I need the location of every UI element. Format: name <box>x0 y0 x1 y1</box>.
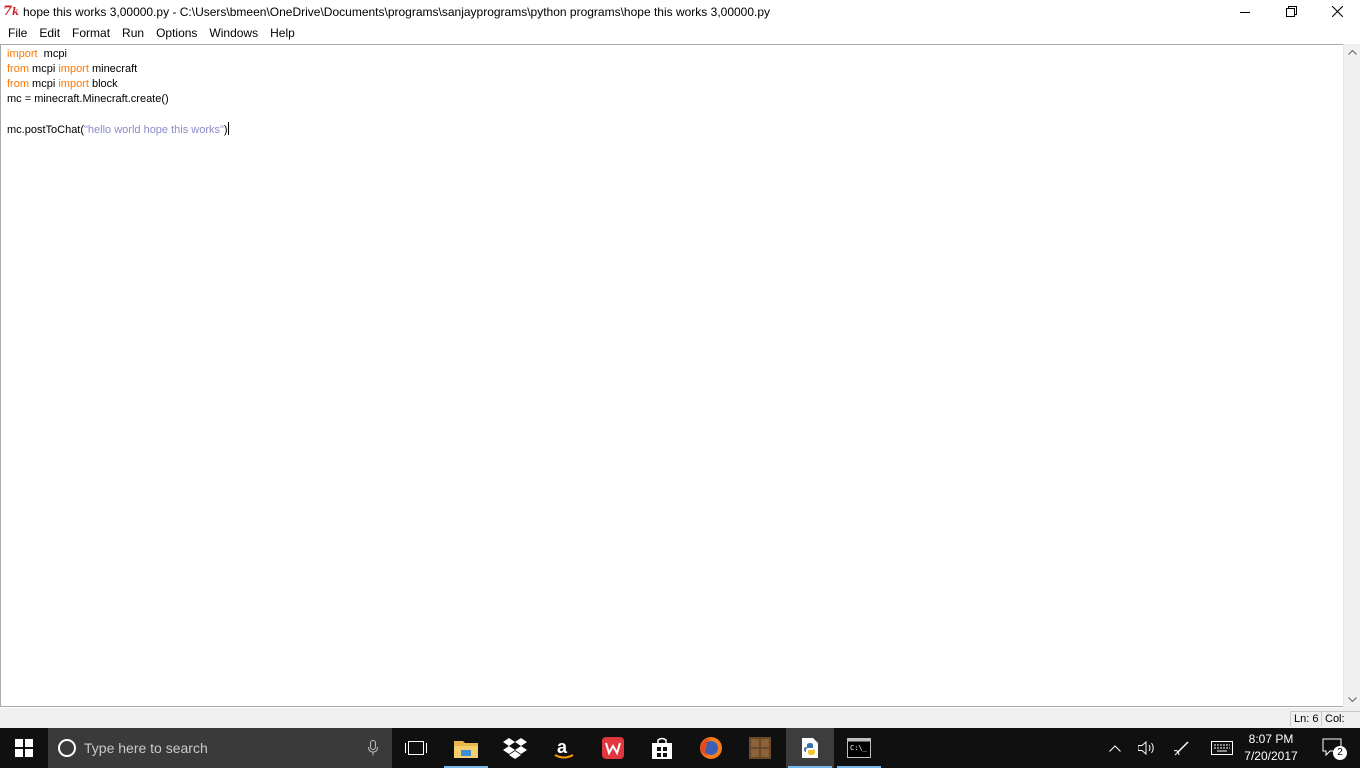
code-text[interactable]: import mcpi from mcpi import minecraft f… <box>7 47 229 137</box>
taskbar-amazon[interactable]: a <box>540 728 588 768</box>
keyword-import: import <box>58 63 89 75</box>
windows-logo-icon <box>15 739 33 757</box>
store-icon <box>652 737 672 759</box>
menu-edit[interactable]: Edit <box>33 23 66 43</box>
menu-bar: File Edit Format Run Options Windows Hel… <box>0 23 1360 43</box>
code-line-3: from mcpi import block <box>7 77 229 92</box>
folder-icon <box>454 741 478 758</box>
firefox-icon <box>700 737 722 759</box>
search-placeholder: Type here to search <box>84 740 208 756</box>
notification-badge: 2 <box>1333 746 1347 760</box>
task-view-icon <box>405 741 427 755</box>
terminal-icon: C:\_ <box>847 738 871 758</box>
taskbar-command-prompt[interactable]: C:\_ <box>835 728 883 768</box>
menu-help[interactable]: Help <box>264 23 301 43</box>
python-file-icon <box>802 738 818 758</box>
taskbar-file-explorer[interactable] <box>442 728 490 768</box>
window-controls <box>1222 0 1360 23</box>
status-column-number: Col: 44 <box>1321 711 1360 739</box>
keyword-from: from <box>7 63 29 75</box>
start-button[interactable] <box>0 728 48 768</box>
menu-options[interactable]: Options <box>150 23 203 43</box>
restore-button[interactable] <box>1268 0 1314 23</box>
microphone-icon[interactable] <box>368 740 378 756</box>
task-view-button[interactable] <box>392 728 440 768</box>
restore-icon <box>1285 6 1297 17</box>
taskbar-firefox[interactable] <box>687 728 735 768</box>
volume-button[interactable] <box>1134 728 1160 768</box>
keyword-import: import <box>58 78 89 90</box>
svg-text:a: a <box>557 737 568 757</box>
code-text-segment: block <box>88 78 118 90</box>
close-button[interactable] <box>1314 0 1360 23</box>
taskbar-python-idle[interactable] <box>786 728 834 768</box>
string-literal: "hello world hope this works" <box>84 124 224 136</box>
title-bar: 7k hope this works 3,00000.py - C:\Users… <box>0 0 1360 23</box>
pen-icon <box>1174 741 1189 756</box>
speaker-icon <box>1138 741 1154 755</box>
scroll-down-button[interactable] <box>1344 691 1360 708</box>
chevron-down-icon <box>1348 697 1357 702</box>
code-text-segment: mcpi <box>37 48 67 60</box>
code-text-segment: mc.postToChat( <box>7 124 85 136</box>
chevron-up-icon <box>1109 744 1121 752</box>
clock-time: 8:07 PM <box>1248 732 1294 746</box>
text-caret <box>227 122 229 135</box>
minimize-button[interactable] <box>1222 0 1268 23</box>
code-editor[interactable]: import mcpi from mcpi import minecraft f… <box>0 44 1343 707</box>
menu-format[interactable]: Format <box>66 23 116 43</box>
taskbar-wps-office[interactable] <box>589 728 637 768</box>
system-clock[interactable]: 8:07 PM 7/20/2017 <box>1238 731 1304 765</box>
minecraft-icon <box>749 737 771 759</box>
minimize-icon <box>1240 11 1250 13</box>
code-text-segment: minecraft <box>88 63 138 75</box>
idle-app-icon[interactable]: 7k <box>3 4 21 20</box>
vertical-scrollbar[interactable] <box>1343 44 1360 708</box>
keyboard-icon <box>1211 741 1233 755</box>
code-line-2: from mcpi import minecraft <box>7 62 229 77</box>
code-text-segment: mcpi <box>29 63 59 75</box>
taskbar-store[interactable] <box>638 728 686 768</box>
clock-date: 7/20/2017 <box>1244 749 1298 763</box>
code-line-1: import mcpi <box>7 47 229 62</box>
taskbar-search[interactable]: Type here to search <box>48 728 392 768</box>
show-hidden-icons-button[interactable] <box>1102 728 1128 768</box>
window-title: hope this works 3,00000.py - C:\Users\bm… <box>23 4 771 19</box>
scroll-up-button[interactable] <box>1344 44 1360 61</box>
amazon-icon: a <box>554 737 574 759</box>
taskbar-dropbox[interactable] <box>491 728 539 768</box>
svg-text:C:\_: C:\_ <box>850 744 868 752</box>
action-center-button[interactable]: 2 <box>1308 728 1360 768</box>
status-line-number: Ln: 6 <box>1290 711 1322 726</box>
taskbar-minecraft[interactable] <box>736 728 784 768</box>
taskbar: Type here to search a C:\_ 8:07 PM 7/20/… <box>0 728 1360 768</box>
close-icon <box>1331 6 1343 17</box>
keyword-from: from <box>7 78 29 90</box>
touch-keyboard-button[interactable] <box>1206 728 1238 768</box>
chevron-up-icon <box>1348 50 1357 55</box>
windows-ink-button[interactable] <box>1169 728 1195 768</box>
menu-windows[interactable]: Windows <box>203 23 264 43</box>
menu-file[interactable]: File <box>2 23 33 43</box>
code-text-segment: mcpi <box>29 78 59 90</box>
code-line-4: mc = minecraft.Minecraft.create() <box>7 93 169 105</box>
menu-run[interactable]: Run <box>116 23 150 43</box>
wps-office-icon <box>602 737 624 759</box>
keyword-import: import <box>7 48 38 60</box>
status-bar: Ln: 6 Col: 44 <box>0 708 1360 739</box>
cortana-icon <box>58 739 76 757</box>
code-line-6: mc.postToChat("hello world hope this wor… <box>7 122 229 137</box>
dropbox-icon <box>503 738 527 759</box>
